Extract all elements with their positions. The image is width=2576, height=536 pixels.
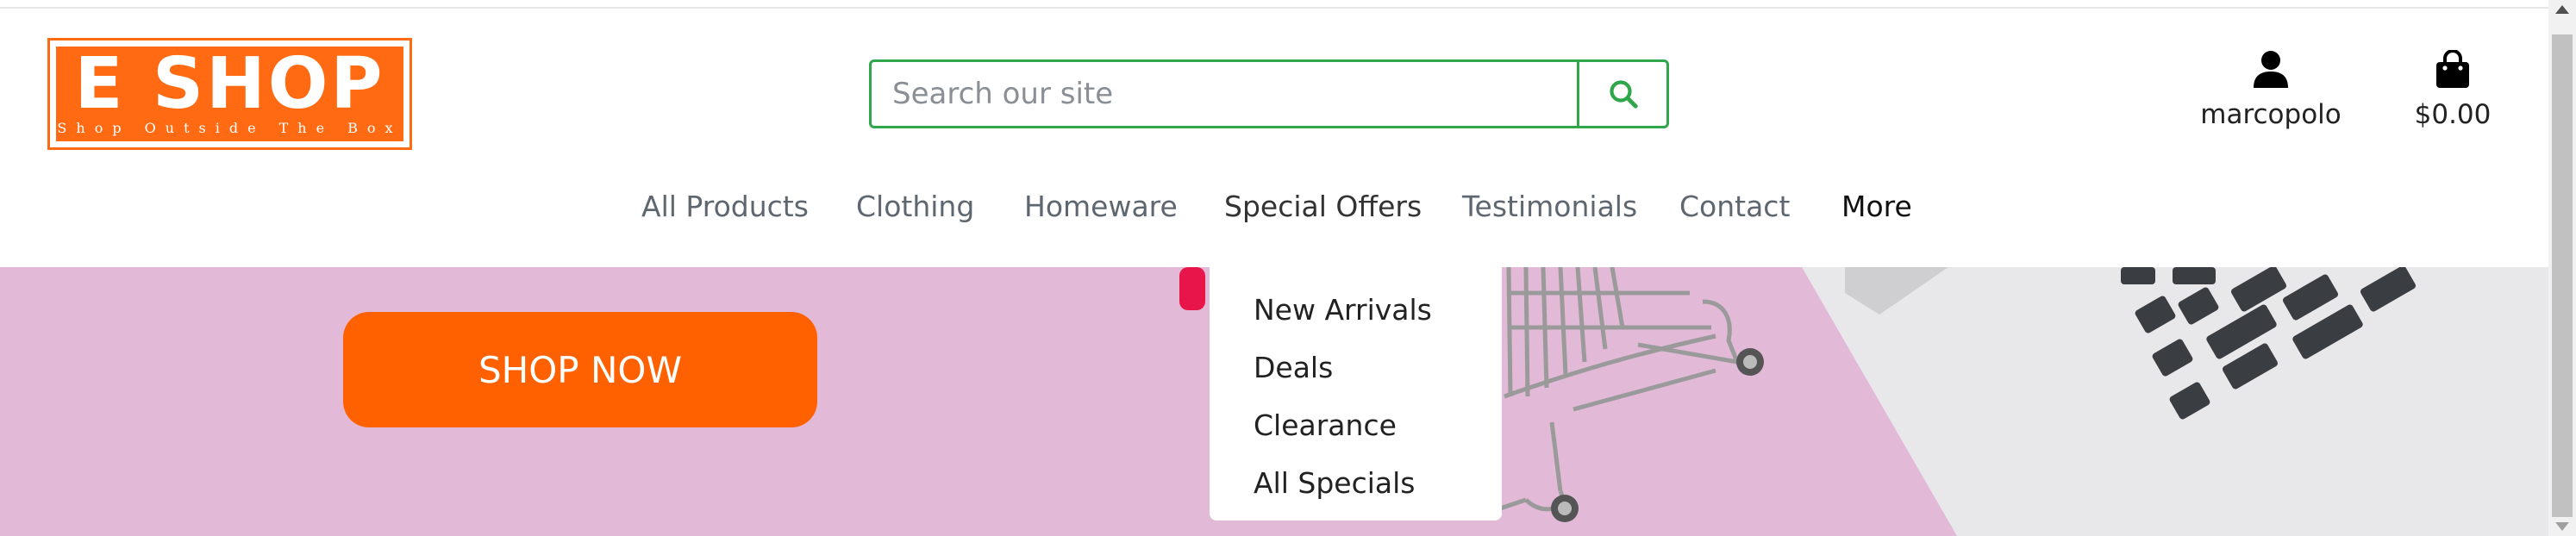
nav-all-products[interactable]: All Products xyxy=(641,190,809,223)
nav-clothing[interactable]: Clothing xyxy=(856,190,974,223)
shop-now-button[interactable]: SHOP NOW xyxy=(343,312,817,427)
scroll-up-arrow-icon[interactable] xyxy=(2555,5,2569,14)
logo-title: E SHOP xyxy=(74,43,385,125)
special-offers-dropdown: New Arrivals Deals Clearance All Special… xyxy=(1210,267,1502,520)
main-nav: All Products Clothing Homeware Special O… xyxy=(0,190,2548,259)
dropdown-new-arrivals[interactable]: New Arrivals xyxy=(1210,281,1502,339)
nav-testimonials[interactable]: Testimonials xyxy=(1462,190,1637,223)
logo-tagline: Shop Outside The Box xyxy=(57,120,403,136)
nav-more[interactable]: More xyxy=(1841,190,1912,223)
page-scrollbar[interactable] xyxy=(2548,0,2576,536)
scrollbar-thumb[interactable] xyxy=(2552,34,2573,517)
shop-logo[interactable]: E SHOP Shop Outside The Box xyxy=(47,38,412,150)
scroll-down-arrow-icon[interactable] xyxy=(2555,522,2569,531)
search-button[interactable] xyxy=(1577,62,1666,126)
browser-top-edge xyxy=(0,0,2548,9)
cart-total: $0.00 xyxy=(2414,99,2492,130)
dropdown-clearance[interactable]: Clearance xyxy=(1210,396,1502,454)
shopping-bag-link[interactable]: $0.00 xyxy=(2405,49,2500,130)
dropdown-all-specials[interactable]: All Specials xyxy=(1210,454,1502,512)
my-account-link[interactable]: marcopolo xyxy=(2185,50,2357,130)
nav-special-offers[interactable]: Special Offers xyxy=(1224,190,1422,223)
nav-homeware[interactable]: Homeware xyxy=(1024,190,1178,223)
shopping-bag-icon xyxy=(2436,49,2469,88)
account-username: marcopolo xyxy=(2200,99,2342,130)
user-icon xyxy=(2254,51,2288,88)
search-input[interactable] xyxy=(872,62,1577,126)
site-header: E SHOP Shop Outside The Box marcopolo $0… xyxy=(0,9,2548,267)
logo-box: E SHOP Shop Outside The Box xyxy=(56,47,403,141)
dropdown-deals[interactable]: Deals xyxy=(1210,339,1502,396)
search-form xyxy=(869,59,1669,128)
search-icon xyxy=(1609,80,1638,109)
nav-contact[interactable]: Contact xyxy=(1679,190,1790,223)
